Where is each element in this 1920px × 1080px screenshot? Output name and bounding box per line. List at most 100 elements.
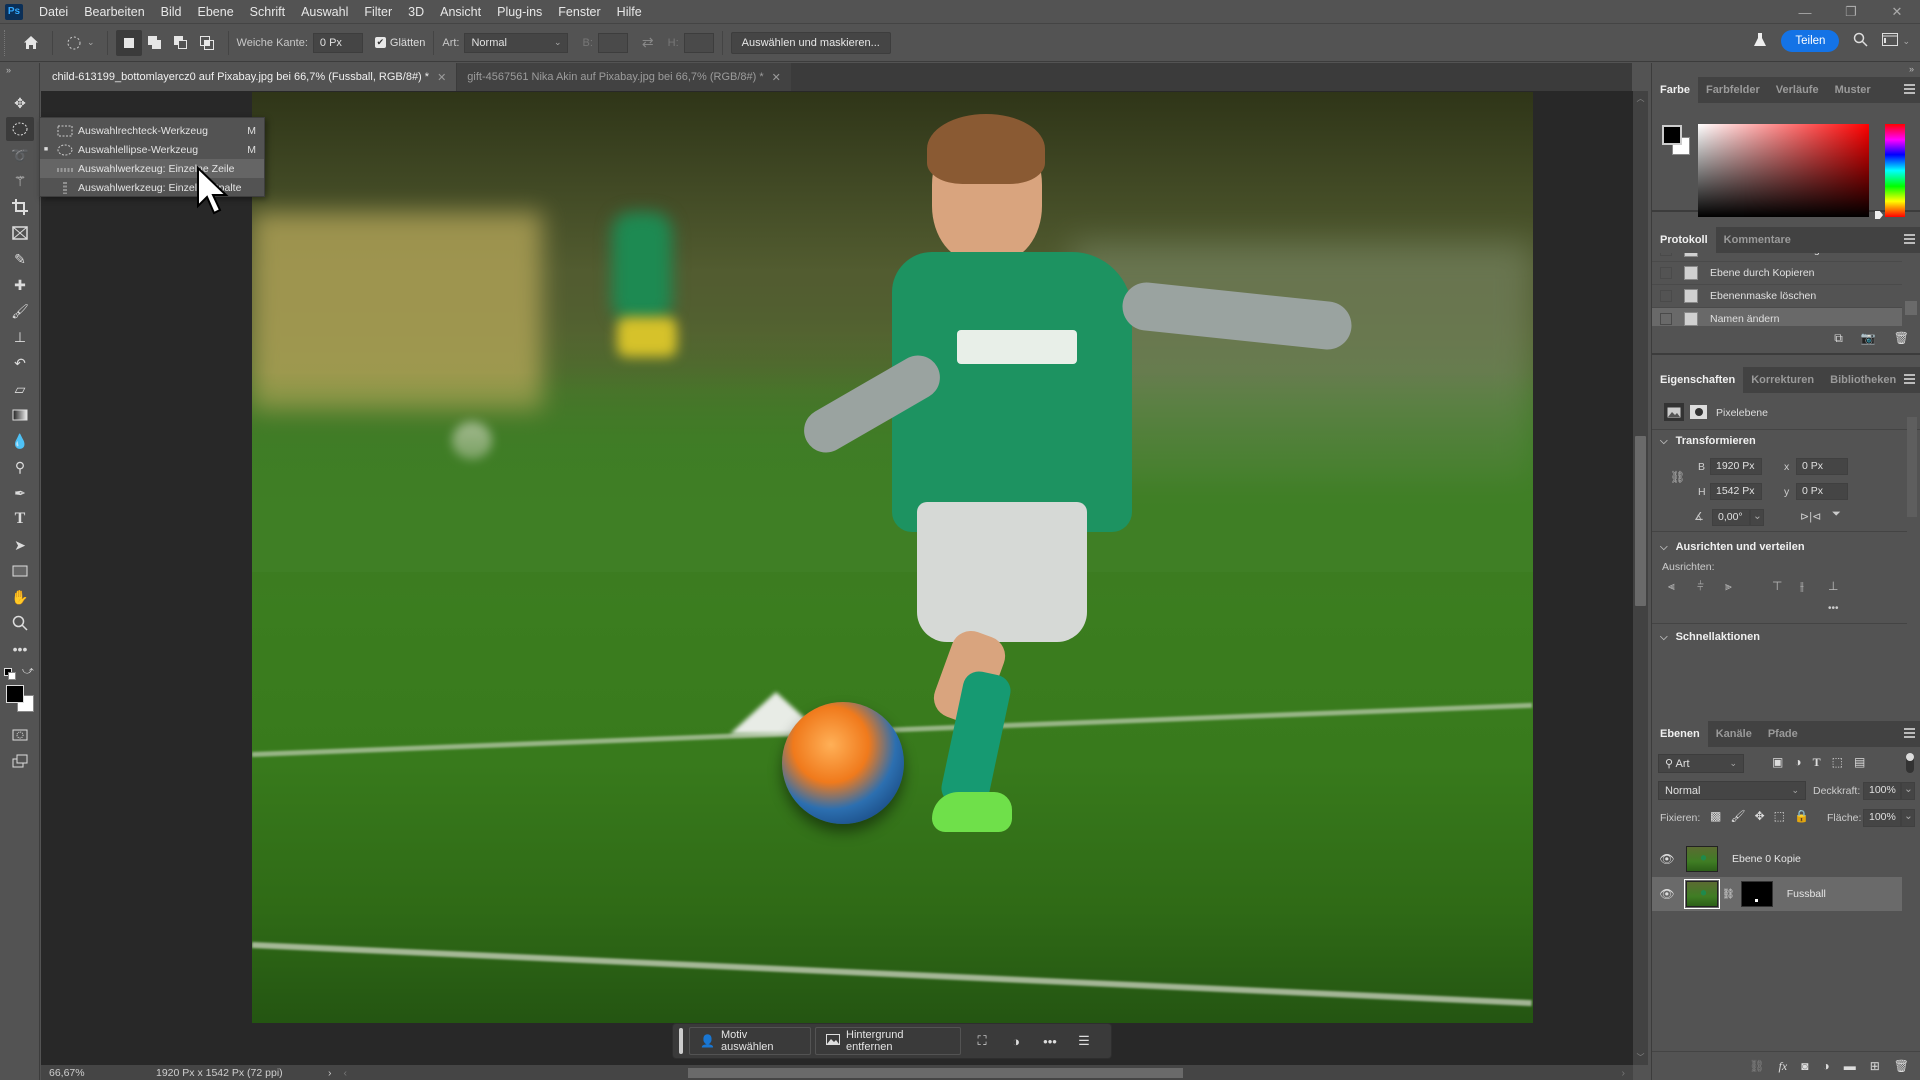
task-bar-grip[interactable]	[679, 1028, 683, 1054]
align-vertical-center-icon[interactable]: ⫲	[1800, 579, 1814, 593]
screen-mode-button[interactable]	[6, 749, 34, 773]
edit-toolbar-button[interactable]: •••	[6, 637, 34, 661]
flyout-item-elliptical-marquee[interactable]: ■ Auswahlellipse-Werkzeug M	[40, 140, 264, 159]
clone-stamp-tool[interactable]: ⊥	[6, 325, 34, 349]
tab-kanaele[interactable]: Kanäle	[1708, 721, 1760, 747]
pen-tool[interactable]: ✒	[6, 481, 34, 505]
scroll-up-icon[interactable]: ︿	[1633, 93, 1648, 104]
menu-ansicht[interactable]: Ansicht	[432, 5, 489, 19]
restore-button[interactable]: ❐	[1828, 0, 1874, 24]
menu-3d[interactable]: 3D	[400, 5, 432, 19]
transform-selection-button[interactable]: ⛶	[965, 1027, 999, 1055]
tab-verlaeufe[interactable]: Verläufe	[1768, 77, 1827, 103]
minimize-button[interactable]: —	[1782, 0, 1828, 24]
layer-row-fussball[interactable]: 👁 ⛓ Fussball	[1652, 877, 1902, 911]
menu-bild[interactable]: Bild	[153, 5, 190, 19]
filter-type-icon[interactable]: T	[1813, 755, 1821, 770]
history-item-active[interactable]: Namen ändern	[1652, 308, 1902, 326]
pixel-layer-icon[interactable]	[1664, 403, 1684, 421]
style-select[interactable]: Normal ⌄	[464, 32, 569, 53]
expand-panels-icon[interactable]: »	[1909, 64, 1914, 74]
crop-tool[interactable]	[6, 195, 34, 219]
layer-name[interactable]: Fussball	[1787, 888, 1826, 900]
tab-muster[interactable]: Muster	[1827, 77, 1879, 103]
remove-background-button[interactable]: Hintergrund entfernen	[815, 1027, 961, 1055]
collapse-panel-icon[interactable]: »	[6, 65, 11, 75]
hue-slider[interactable]	[1885, 124, 1905, 217]
intersect-selection-button[interactable]	[194, 30, 220, 56]
y-input[interactable]: 0 Px	[1796, 483, 1848, 500]
foreground-color-swatch[interactable]	[1662, 125, 1682, 145]
foreground-color-swatch[interactable]	[6, 685, 24, 703]
hue-slider-handle[interactable]	[1875, 211, 1883, 219]
blur-tool[interactable]: 💧	[6, 429, 34, 453]
mask-link-icon[interactable]: ⛓	[1722, 889, 1735, 900]
angle-input[interactable]: 0,00°	[1712, 509, 1750, 526]
opacity-dropdown[interactable]: ⌄	[1901, 782, 1915, 800]
history-item[interactable]: Ebene durch Kopieren	[1652, 262, 1902, 285]
brush-tool[interactable]: 🖌	[6, 299, 34, 323]
menu-hilfe[interactable]: Hilfe	[609, 5, 650, 19]
panel-menu-icon[interactable]	[1904, 728, 1915, 738]
fill-dropdown[interactable]: ⌄	[1901, 809, 1915, 827]
fill-input[interactable]: 100%	[1863, 809, 1901, 827]
status-menu-arrow-icon[interactable]: ›	[328, 1067, 332, 1079]
rectangle-tool[interactable]	[6, 559, 34, 583]
trash-icon[interactable]: 🗑	[1894, 331, 1909, 346]
filter-shape-icon[interactable]: ⬚	[1832, 755, 1843, 770]
menu-fenster[interactable]: Fenster	[550, 5, 608, 19]
close-icon[interactable]: ✕	[772, 71, 781, 84]
color-field[interactable]	[1698, 124, 1869, 217]
flip-horizontal-icon[interactable]: ⊳|⊲	[1800, 510, 1821, 523]
select-subject-button[interactable]: 👤 Motiv auswählen	[689, 1027, 811, 1055]
chevron-down-icon[interactable]: ⌄	[1902, 36, 1910, 47]
tab-eigenschaften[interactable]: Eigenschaften	[1652, 367, 1744, 393]
type-tool[interactable]: T	[6, 507, 34, 531]
tab-document-2[interactable]: gift-4567561 Nika Akin auf Pixabay.jpg b…	[457, 63, 791, 91]
frame-tool[interactable]	[6, 221, 34, 245]
tab-farbe[interactable]: Farbe	[1652, 77, 1698, 103]
menu-bearbeiten[interactable]: Bearbeiten	[76, 5, 152, 19]
scroll-left-icon[interactable]: ‹	[344, 1067, 348, 1079]
panel-menu-icon[interactable]	[1904, 84, 1915, 94]
path-selection-tool[interactable]: ➤	[6, 533, 34, 557]
flyout-item-rectangular-marquee[interactable]: Auswahlrechteck-Werkzeug M	[40, 121, 264, 140]
tab-bibliotheken[interactable]: Bibliotheken	[1822, 367, 1904, 393]
layer-filter-select[interactable]: ⚲ Art ⌄	[1658, 754, 1744, 773]
filter-pixel-icon[interactable]: ▣	[1772, 755, 1783, 770]
visibility-eye-icon[interactable]: 👁	[1652, 887, 1682, 901]
layer-name[interactable]: Ebene 0 Kopie	[1732, 853, 1801, 865]
chevron-down-icon[interactable]: ⌄	[87, 37, 95, 48]
menu-datei[interactable]: Datei	[31, 5, 76, 19]
lock-artboard-icon[interactable]: ⬚	[1774, 809, 1785, 823]
align-right-icon[interactable]: ⫸	[1725, 579, 1739, 593]
tab-farbfelder[interactable]: Farbfelder	[1698, 77, 1768, 103]
add-to-selection-button[interactable]	[142, 30, 168, 56]
labs-flask-icon[interactable]	[1753, 32, 1767, 51]
width-input[interactable]	[597, 32, 628, 53]
snapshot-checkbox[interactable]	[1660, 290, 1672, 302]
menu-schrift[interactable]: Schrift	[242, 5, 293, 19]
tab-korrekturen[interactable]: Korrekturen	[1743, 367, 1822, 393]
quick-actions-section-header[interactable]: ⌵ Schnellaktionen	[1652, 631, 1760, 643]
eyedropper-tool[interactable]: ✎	[6, 247, 34, 271]
transform-section-header[interactable]: ⌵ Transformieren	[1652, 435, 1756, 447]
dodge-tool[interactable]: ⚲	[6, 455, 34, 479]
lock-image-pixels-icon[interactable]: 🖌	[1730, 809, 1745, 823]
properties-scrollbar-thumb[interactable]	[1907, 417, 1917, 517]
lasso-tool[interactable]: ➰	[6, 143, 34, 167]
opacity-input[interactable]: 100%	[1863, 782, 1901, 800]
visibility-eye-icon[interactable]: 👁	[1652, 852, 1682, 866]
search-icon[interactable]	[1853, 32, 1868, 50]
lock-transparent-pixels-icon[interactable]: ▩	[1710, 809, 1721, 823]
properties-scrollbar[interactable]	[1907, 407, 1919, 737]
layer-thumbnail[interactable]	[1684, 879, 1720, 909]
history-scrollbar[interactable]	[1905, 255, 1917, 325]
menu-ebene[interactable]: Ebene	[190, 5, 242, 19]
more-options-button[interactable]: •••	[1033, 1027, 1067, 1055]
subtract-from-selection-button[interactable]	[168, 30, 194, 56]
tab-protokoll[interactable]: Protokoll	[1652, 227, 1716, 253]
new-layer-icon[interactable]: ⊞	[1870, 1059, 1880, 1074]
history-scrollbar-thumb[interactable]	[1905, 301, 1917, 315]
gradient-tool[interactable]	[6, 403, 34, 427]
